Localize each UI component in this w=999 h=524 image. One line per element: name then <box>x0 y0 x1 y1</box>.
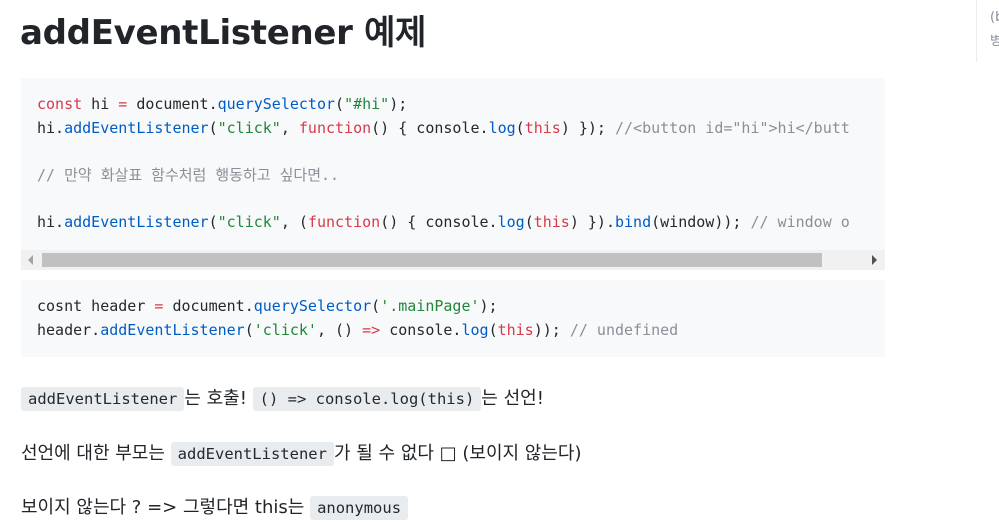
code-token: bind <box>615 212 652 231</box>
scrollbar-thumb[interactable] <box>42 253 822 267</box>
code-token: log <box>488 118 516 137</box>
code-token: hi <box>82 95 119 113</box>
code-block-arrow-function: cosnt header = document.querySelector('.… <box>21 280 885 357</box>
code-token: ); <box>479 297 498 315</box>
code-line: hi.addEventListener("click", (function()… <box>37 213 850 231</box>
code-line: const hi = document.querySelector("#hi")… <box>37 95 407 113</box>
code-token: ( <box>244 321 254 339</box>
code-token: hi. <box>37 118 65 137</box>
code-token: cosnt header <box>37 297 155 315</box>
code-token: addEventListener <box>100 321 245 339</box>
code-token: //<button id="hi">hi</butt <box>615 118 850 137</box>
code-token: // 만약 화살표 함수처럼 행동하고 싶다면.. <box>37 165 340 184</box>
code-token: addEventListener <box>64 212 209 231</box>
inline-code-arrow-log: () => console.log(this) <box>252 387 482 411</box>
scroll-right-arrow-icon[interactable] <box>872 255 877 265</box>
inline-code-anonymous: anonymous <box>310 496 409 520</box>
code-token: this <box>497 321 534 339</box>
horizontal-scrollbar[interactable] <box>21 250 885 270</box>
code-token: => <box>362 321 381 339</box>
code-token: () { console. <box>371 118 489 137</box>
paragraph-text: 는 선언! <box>481 388 544 409</box>
paragraph-call-vs-declaration: addEventListener 는 호출! () => console.log(… <box>21 384 544 411</box>
inline-code-addeventlistener: addEventListener <box>21 387 185 411</box>
code-content: cosnt header = document.querySelector('.… <box>37 294 678 342</box>
code-token: ( <box>208 212 218 231</box>
code-block-event-listener: const hi = document.querySelector("#hi")… <box>21 78 885 270</box>
code-token: this <box>533 212 570 231</box>
code-token: querySelector <box>217 95 336 113</box>
paragraph-this-anonymous: 보이지 않는다 ? => 그렇다면 this는 anonymous <box>21 493 409 520</box>
page-title: addEventListener 예제 <box>20 13 427 53</box>
code-token: , () <box>316 321 363 339</box>
code-token: // undefined <box>569 321 679 339</box>
code-token: hi. <box>37 212 65 231</box>
code-token: () { console. <box>380 212 498 231</box>
side-toc-text: (b병 <box>990 10 999 49</box>
inline-code-addeventlistener: addEventListener <box>170 442 334 466</box>
paragraph-text: 는 호출! <box>184 388 253 409</box>
code-token: "click" <box>217 118 281 137</box>
code-token: ( <box>515 118 525 137</box>
code-token: '.mainPage' <box>380 297 480 315</box>
code-token: querySelector <box>253 297 372 315</box>
code-token: ( <box>371 297 381 315</box>
code-token: ( <box>335 95 345 113</box>
code-token: console. <box>380 321 462 339</box>
paragraph-text: 가 될 수 없다 □ (보이지 않는다) <box>333 443 582 464</box>
code-line: hi.addEventListener("click", function() … <box>37 119 850 137</box>
code-token: const <box>37 95 83 113</box>
paragraph-text: 보이지 않는다 ? => 그렇다면 this는 <box>21 497 311 518</box>
code-token: ( <box>524 212 534 231</box>
code-token: ); <box>389 95 408 113</box>
code-token: this <box>524 118 561 137</box>
code-token: "#hi" <box>344 95 390 113</box>
code-token: addEventListener <box>64 118 209 137</box>
code-line: header.addEventListener('click', () => c… <box>37 321 678 339</box>
code-token: = <box>118 95 128 113</box>
code-token: )); <box>533 321 570 339</box>
paragraph-text: 선언에 대한 부모는 <box>21 443 171 464</box>
code-token: "click" <box>217 212 281 231</box>
scroll-left-arrow-icon[interactable] <box>28 255 33 265</box>
code-token: header. <box>37 321 101 339</box>
code-content: const hi = document.querySelector("#hi")… <box>37 93 850 235</box>
code-token: ) }). <box>569 212 615 231</box>
code-token: ( <box>208 118 218 137</box>
code-token: function <box>307 212 381 231</box>
code-line: cosnt header = document.querySelector('.… <box>37 297 498 315</box>
code-token: // window o <box>750 212 850 231</box>
code-token: document. <box>163 297 254 315</box>
code-token: function <box>298 118 372 137</box>
code-token: ) }); <box>560 118 615 137</box>
side-toc-fragment: (b병 <box>976 0 999 62</box>
code-token: (window)); <box>651 212 751 231</box>
code-token: , <box>280 118 299 137</box>
code-token: 'click' <box>253 321 317 339</box>
code-token: log <box>461 321 489 339</box>
code-token: document. <box>127 95 218 113</box>
code-token: log <box>497 212 525 231</box>
paragraph-parent: 선언에 대한 부모는 addEventListener 가 될 수 없다 □ (보… <box>21 439 582 466</box>
code-line: // 만약 화살표 함수처럼 행동하고 싶다면.. <box>37 166 339 184</box>
code-token: , ( <box>280 212 308 231</box>
code-token: ( <box>488 321 498 339</box>
